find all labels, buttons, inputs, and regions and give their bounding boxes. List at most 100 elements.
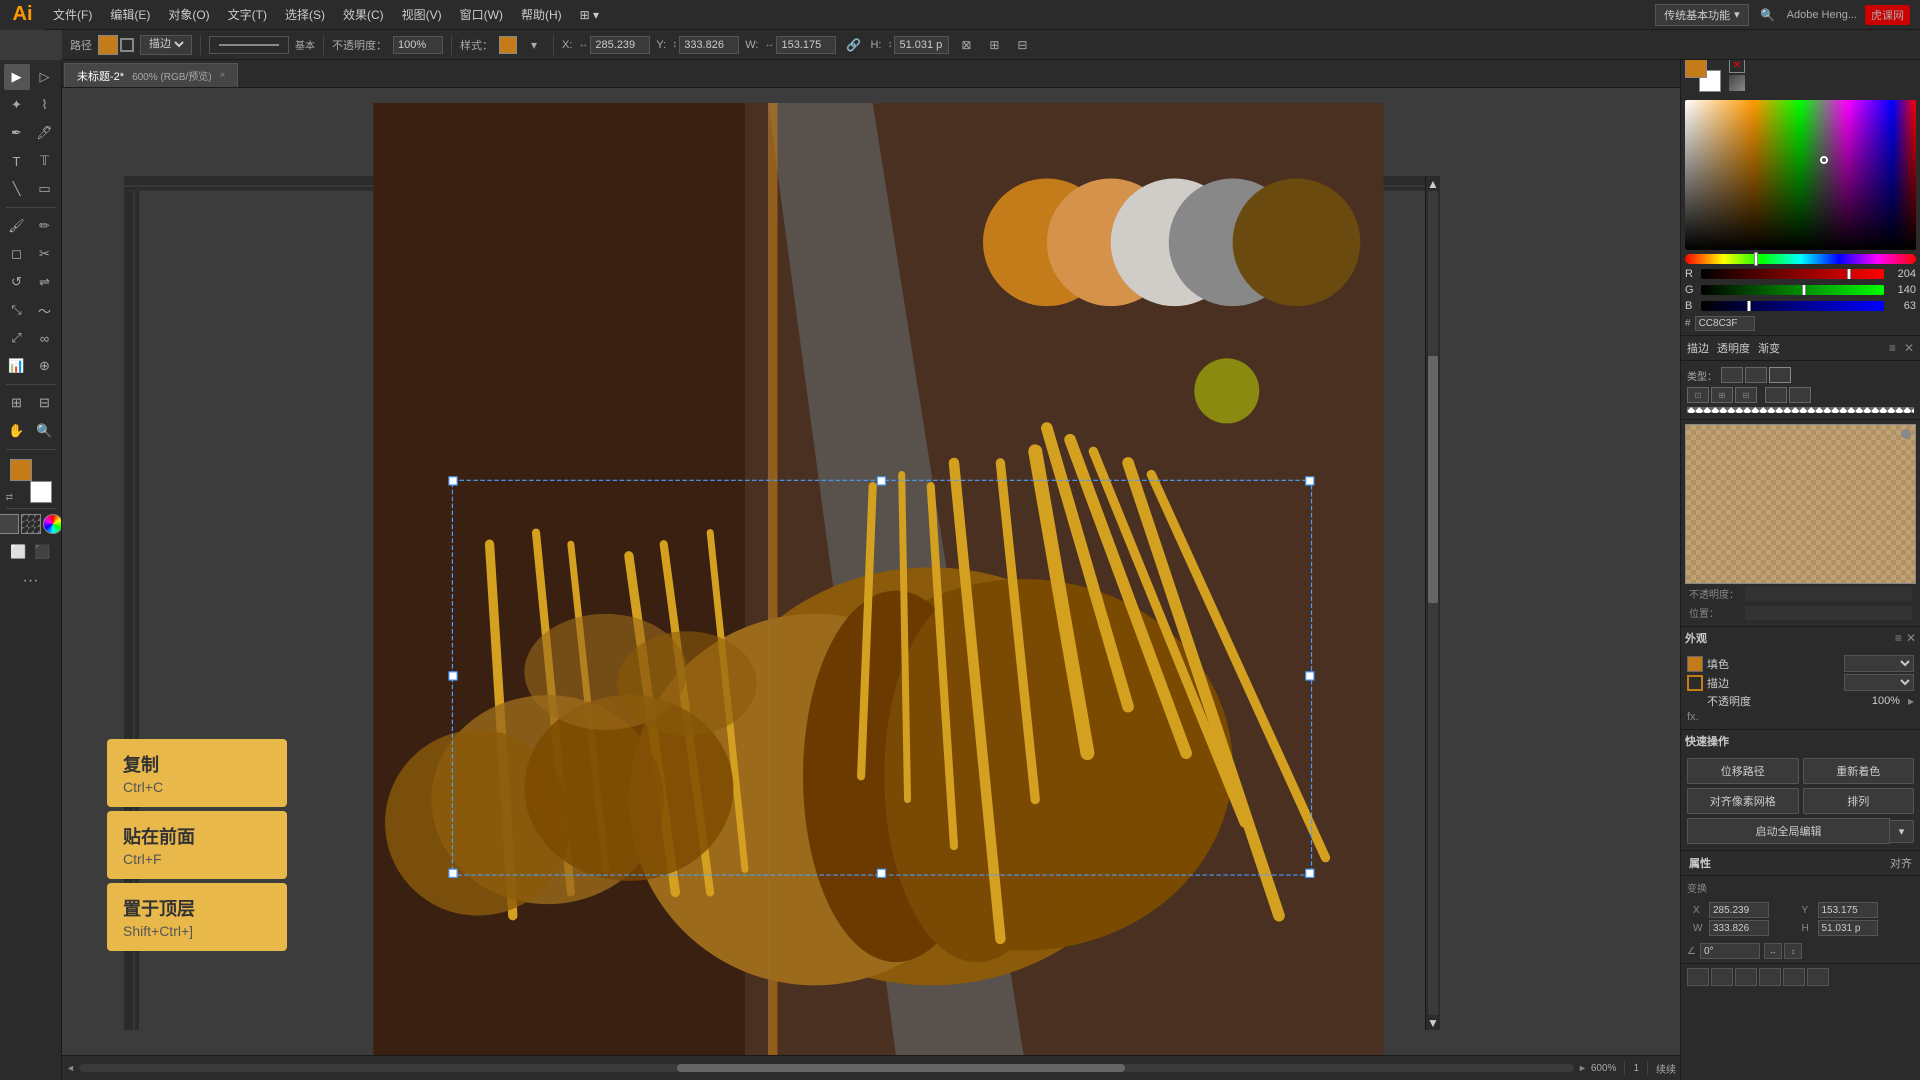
hue-slider[interactable] [1685,254,1916,264]
blend-tool[interactable]: ∞ [32,325,58,351]
tab-close-btn[interactable]: × [220,70,226,81]
align-right-edge-icon[interactable] [1735,968,1757,986]
style-swatch[interactable] [499,36,517,54]
h-tf-input[interactable] [1818,920,1878,936]
document-tab[interactable]: 未标题-2* 600% (RGB/预览) × [64,63,238,87]
reflect-tool[interactable]: ⇌ [32,269,58,295]
magic-wand-tool[interactable]: ✦ [4,92,30,118]
canvas-area[interactable]: 复制 Ctrl+C 贴在前面 Ctrl+F 置于顶层 Shift+Ctrl+] … [62,88,1680,1055]
v-scroll-thumb[interactable] [1428,356,1438,603]
symbol-tool[interactable]: ⊕ [32,353,58,379]
draw-mode-dropdown[interactable]: 描边 [145,37,187,51]
global-edit-dropdown-btn[interactable]: ▾ [1890,820,1914,843]
slice-tool[interactable]: ⊟ [32,390,58,416]
none-mode-btn[interactable] [21,514,41,534]
eraser-tool[interactable]: ◻ [4,241,30,267]
stroke-cap-2[interactable] [1789,387,1811,403]
mini-panels-close[interactable]: ✕ [1904,341,1914,355]
draw-normal-icon[interactable]: ⬜ [9,542,29,562]
align-top-edge-icon[interactable] [1759,968,1781,986]
artboard-tool[interactable]: ⊞ [4,390,30,416]
paintbrush-tool[interactable]: 🖌 [4,213,30,239]
x-tf-input[interactable] [1709,902,1769,918]
user-account[interactable]: Adobe Heng... [1787,9,1857,21]
scissors-tool[interactable]: ✂ [32,241,58,267]
flip-h-icon[interactable]: ↔ [1764,943,1782,959]
type-vertical-tool[interactable]: 𝕋 [32,148,58,174]
mini-panels-menu[interactable]: ≡ [1889,341,1896,355]
foreground-swatch[interactable] [10,459,32,481]
style-dropdown-icon[interactable]: ▾ [523,34,545,56]
offset-path-btn[interactable]: 位移路径 [1687,758,1799,784]
ctx-paste-front[interactable]: 贴在前面 Ctrl+F [107,811,287,879]
w-tf-input[interactable] [1709,920,1769,936]
hex-input[interactable] [1695,316,1755,331]
gradient-panel-tab[interactable]: 渐变 [1758,340,1780,356]
ctx-copy[interactable]: 复制 Ctrl+C [107,739,287,807]
g-slider-track[interactable] [1701,285,1884,295]
align-pixel-grid-btn[interactable]: 对齐像素网格 [1687,788,1799,814]
hand-tool[interactable]: ✋ [4,418,30,444]
scroll-right-btn[interactable]: ► [1578,1063,1587,1073]
menu-effect[interactable]: 效果(C) [335,0,392,30]
opacity-preview-info[interactable] [1901,429,1911,439]
shape-tool[interactable]: ▭ [32,176,58,202]
ctx-bring-front[interactable]: 置于顶层 Shift+Ctrl+] [107,883,287,951]
swap-colors-icon[interactable]: ⇄ [6,492,14,503]
menu-window[interactable]: 窗口(W) [452,0,511,30]
align-left-edge-icon[interactable] [1687,968,1709,986]
warp-tool[interactable]: 〜 [32,297,58,323]
stroke-swatch-opt[interactable] [120,38,134,52]
arrange-btn[interactable]: 排列 [1803,788,1915,814]
menu-select[interactable]: 选择(S) [277,0,333,30]
vertical-scrollbar[interactable]: ▲ ▼ [1425,176,1440,1030]
transparency-panel-tab[interactable]: 透明度 [1717,340,1750,356]
width-tool[interactable]: ⤢ [4,325,30,351]
flip-v-icon[interactable]: ↕ [1784,943,1802,959]
stroke-align-outside[interactable]: ⊟ [1735,387,1757,403]
menu-extra[interactable]: ⊞ ▾ [572,0,607,30]
scroll-left-btn[interactable]: ◄ [66,1063,75,1073]
menu-edit[interactable]: 编辑(E) [102,0,158,30]
opacity-input[interactable] [393,36,443,54]
gradient-fill-icon[interactable] [1729,75,1745,91]
b-slider-thumb[interactable] [1747,301,1751,311]
stroke-appear-swatch[interactable] [1687,675,1703,691]
y-tf-input[interactable] [1818,902,1878,918]
more-tools-btn[interactable]: ··· [18,568,44,594]
opacity-appear-expand[interactable]: ▸ [1908,694,1914,708]
stroke-blendmode-select[interactable] [1844,674,1914,691]
background-swatch[interactable] [30,481,52,503]
w-coord-input[interactable] [776,36,836,54]
line-tool[interactable]: ╲ [4,176,30,202]
g-slider-thumb[interactable] [1802,285,1806,295]
align-h-center-icon[interactable] [1711,968,1733,986]
link-proportions-icon[interactable]: 🔗 [842,34,864,56]
align-icon[interactable]: ⊞ [983,34,1005,56]
recolor-btn[interactable]: 重新着色 [1803,758,1915,784]
color-mode-btn[interactable] [0,514,19,534]
workspace-selector[interactable]: 传统基本功能 ▾ [1655,4,1749,26]
pen-tool[interactable]: ✒ [4,120,30,146]
curvature-tool[interactable]: 🖊 [32,120,58,146]
x-coord-input[interactable] [590,36,650,54]
fill-appear-swatch[interactable] [1687,656,1703,672]
color-picker-cursor[interactable] [1820,156,1828,164]
stroke-icon-3[interactable] [1769,367,1791,383]
selection-tool[interactable]: ▶ [4,64,30,90]
stroke-align-inside[interactable]: ⊡ [1687,387,1709,403]
fill-blendmode-select[interactable] [1844,655,1914,672]
b-slider-track[interactable] [1701,301,1884,311]
stroke-panel-tab[interactable]: 描边 [1687,340,1709,356]
h-coord-input[interactable] [894,36,949,54]
menu-view[interactable]: 视图(V) [394,0,450,30]
r-slider-track[interactable] [1701,269,1884,279]
fx-label[interactable]: fx. [1687,711,1699,723]
stroke-icon-2[interactable] [1745,367,1767,383]
scroll-down-btn[interactable]: ▼ [1426,1015,1440,1030]
type-tool[interactable]: T [4,148,30,174]
lasso-tool[interactable]: ⌇ [32,92,58,118]
scale-tool[interactable]: ⤡ [4,297,30,323]
menu-help[interactable]: 帮助(H) [513,0,570,30]
rotate-tool[interactable]: ↺ [4,269,30,295]
